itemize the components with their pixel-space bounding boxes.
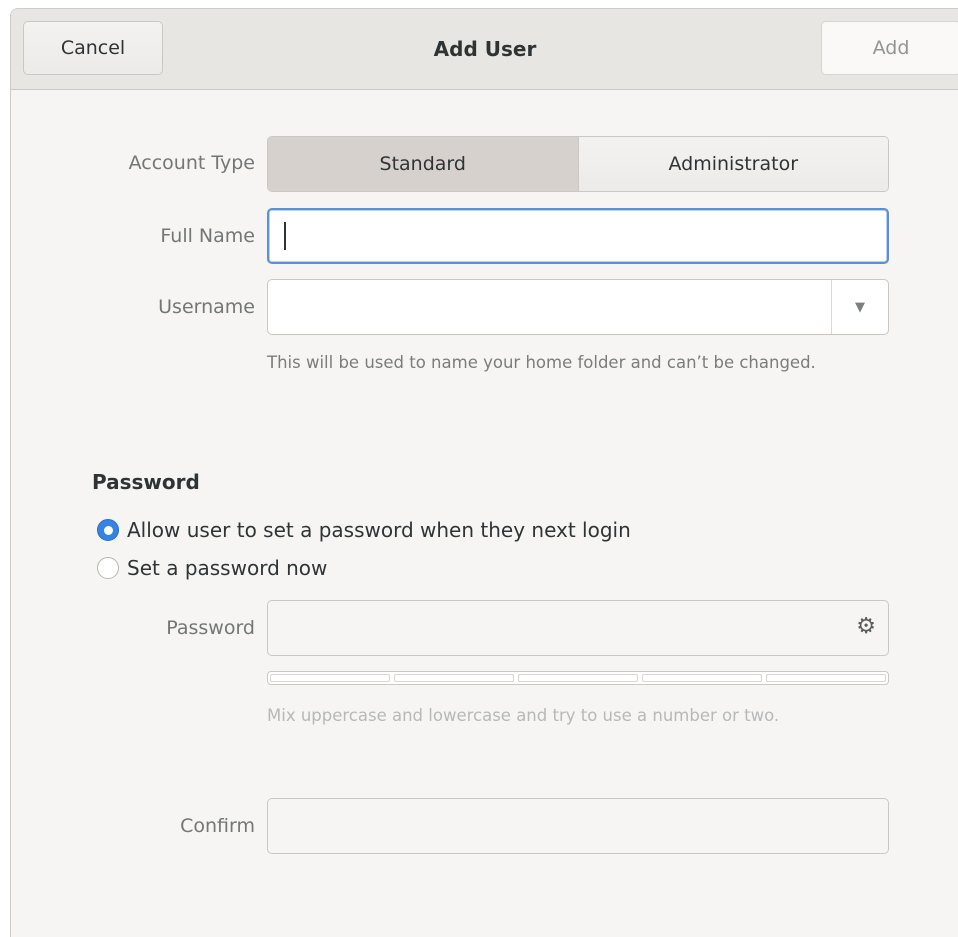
- strength-segment: [270, 674, 390, 682]
- radio-unselected-icon[interactable]: [97, 557, 119, 579]
- confirm-password-input[interactable]: [267, 798, 889, 854]
- password-input[interactable]: ⚙: [267, 600, 889, 656]
- password-hint: Mix uppercase and lowercase and try to u…: [267, 706, 780, 725]
- password-strength-bar: [267, 671, 889, 685]
- password-section-title: Password: [92, 470, 200, 494]
- account-type-standard-button[interactable]: Standard: [268, 137, 579, 191]
- header-bar: Add User Cancel Add: [11, 9, 958, 90]
- radio-allow-user-set-password[interactable]: Allow user to set a password when they n…: [97, 515, 631, 545]
- add-button[interactable]: Add: [821, 21, 958, 75]
- radio-label: Allow user to set a password when they n…: [127, 518, 631, 542]
- strength-segment: [394, 674, 514, 682]
- add-user-dialog: Add User Cancel Add Account Type Standar…: [10, 8, 958, 937]
- radio-label: Set a password now: [127, 556, 328, 580]
- cancel-button[interactable]: Cancel: [23, 21, 163, 75]
- strength-segment: [642, 674, 762, 682]
- text-cursor: [284, 222, 286, 250]
- account-type-administrator-button[interactable]: Administrator: [578, 137, 888, 191]
- username-label: Username: [158, 296, 255, 318]
- radio-selected-icon[interactable]: [97, 519, 119, 541]
- full-name-input[interactable]: [267, 208, 889, 264]
- gear-icon[interactable]: ⚙: [856, 614, 876, 639]
- confirm-label: Confirm: [180, 815, 255, 837]
- strength-segment: [518, 674, 638, 682]
- radio-set-password-now[interactable]: Set a password now: [97, 553, 327, 583]
- full-name-label: Full Name: [160, 225, 255, 247]
- strength-segment: [766, 674, 886, 682]
- account-type-selector: Standard Administrator: [267, 136, 889, 192]
- account-type-label: Account Type: [128, 152, 255, 174]
- username-hint: This will be used to name your home fold…: [267, 353, 816, 372]
- chevron-down-icon[interactable]: ▼: [831, 280, 888, 334]
- username-combo[interactable]: ▼: [267, 279, 889, 335]
- password-label: Password: [166, 617, 255, 639]
